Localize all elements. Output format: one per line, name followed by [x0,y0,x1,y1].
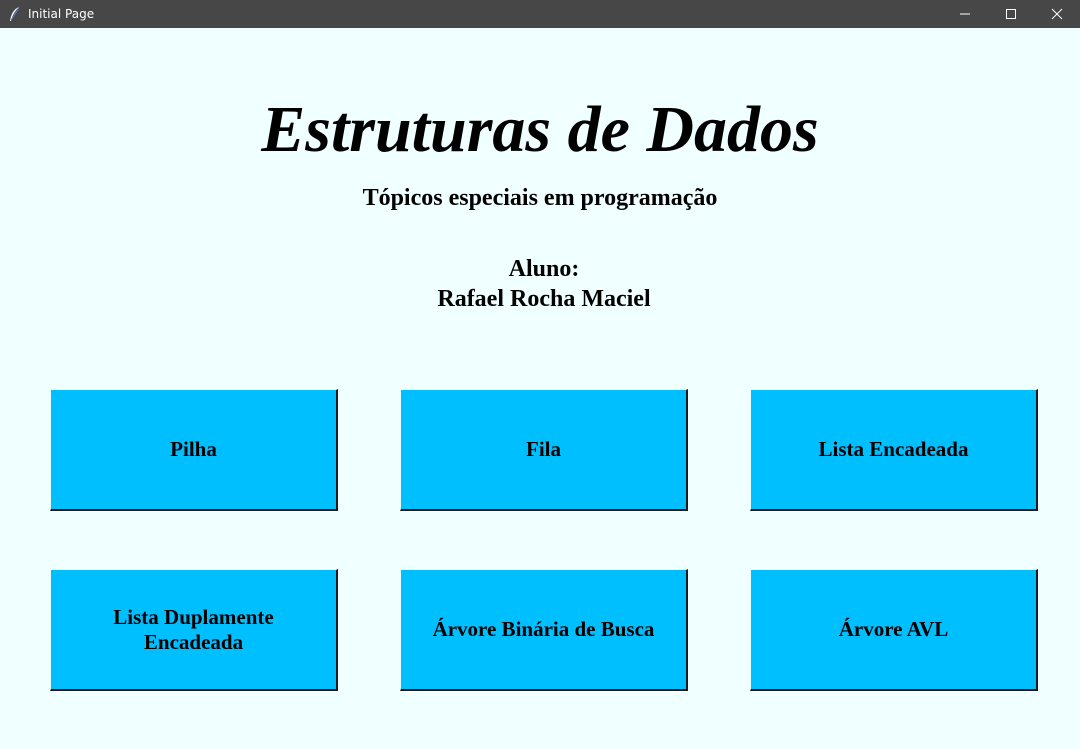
linked-list-button[interactable]: Lista Encadeada [750,389,1038,511]
page-subtitle: Tópicos especiais em programação [362,185,718,211]
binary-search-tree-button[interactable]: Árvore Binária de Busca [400,569,688,691]
feather-icon [8,6,22,22]
minimize-icon [960,13,970,15]
button-label: Árvore AVL [838,617,949,641]
maximize-icon [1006,9,1016,19]
maximize-button[interactable] [988,0,1034,28]
close-icon [1051,8,1063,20]
button-label: Pilha [170,437,217,461]
queue-button[interactable]: Fila [400,389,688,511]
page-title: Estruturas de Dados [261,93,819,166]
student-name: Rafael Rocha Maciel [437,286,651,312]
main-content: Estruturas de Dados Tópicos especiais em… [0,28,1080,749]
stack-button[interactable]: Pilha [50,389,338,511]
title-bar[interactable]: Initial Page [0,0,1080,28]
doubly-linked-list-button[interactable]: Lista Duplamente Encadeada [50,569,338,691]
button-label: Lista Encadeada [818,437,969,461]
button-label: Fila [526,437,561,461]
app-window: Initial Page Estruturas de Dados Tópicos… [0,0,1080,749]
window-title: Initial Page [28,7,95,21]
button-label: Lista Duplamente Encadeada [113,604,274,654]
close-button[interactable] [1034,0,1080,28]
button-label: Árvore Binária de Busca [432,617,655,641]
avl-tree-button[interactable]: Árvore AVL [750,569,1038,691]
student-label: Aluno: [508,256,580,282]
minimize-button[interactable] [942,0,988,28]
